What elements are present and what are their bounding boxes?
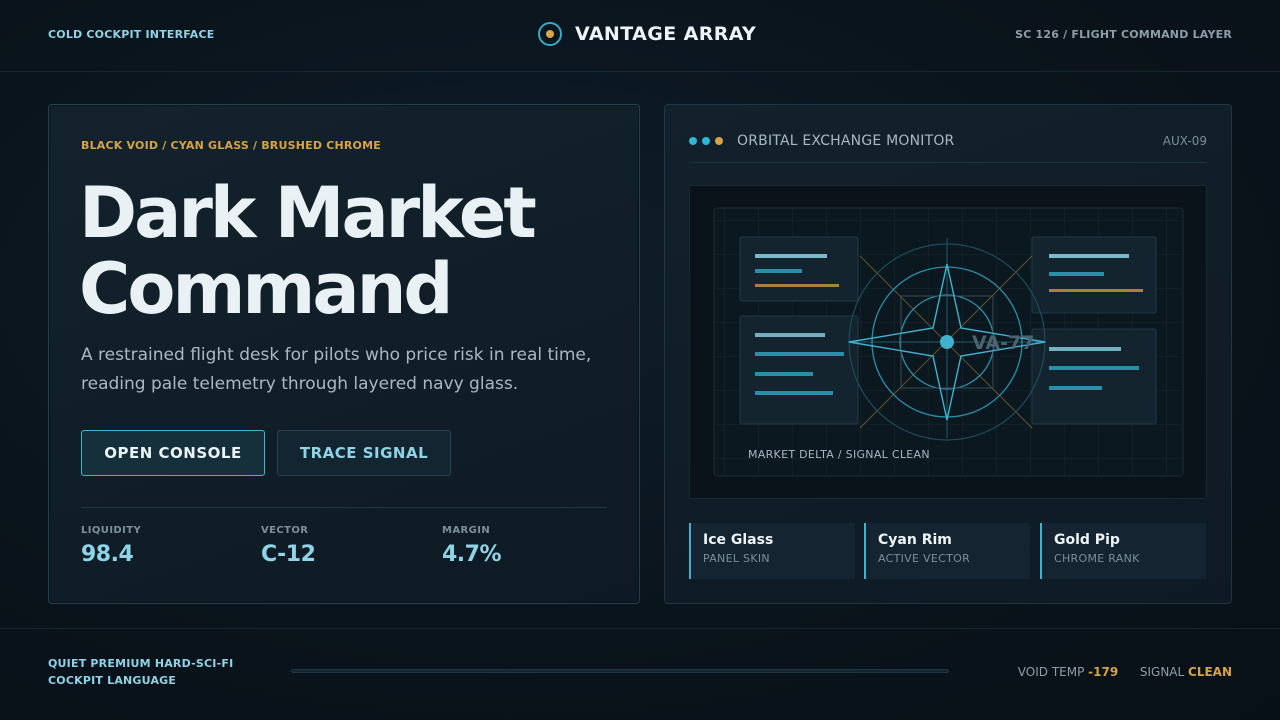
stat-label: VECTOR	[261, 525, 309, 536]
radar-screen[interactable]: VA-77 MARKET DELTA / SIGNAL CLEAN	[689, 185, 1207, 499]
signal-label: SIGNAL	[1139, 665, 1185, 679]
radar-center-dot	[940, 335, 954, 349]
card-title: Ice Glass	[703, 532, 774, 548]
stat-value: 4.7%	[442, 542, 502, 567]
card-subtitle: CHROME RANK	[1054, 552, 1140, 565]
widget-line	[755, 284, 839, 287]
widget-box-bottom-right	[1031, 328, 1157, 425]
widget-box-bottom-left	[739, 315, 859, 425]
hero-title: Dark Market Command	[79, 175, 619, 327]
monitor-panel: ORBITAL EXCHANGE MONITOR AUX-09 VA-77 MA…	[664, 104, 1232, 604]
open-console-button[interactable]: OPEN CONSOLE	[81, 430, 265, 476]
card-title: Cyan Rim	[878, 532, 952, 548]
card-title: Gold Pip	[1054, 532, 1120, 548]
footer-status: VOID TEMP -179 SIGNAL CLEAN	[1018, 665, 1232, 679]
stat-value: C-12	[261, 542, 316, 567]
void-temp-label: VOID TEMP	[1017, 665, 1085, 679]
signal-value: CLEAN	[1188, 665, 1232, 679]
widget-line	[755, 333, 825, 337]
brand-logo-pip	[546, 30, 554, 38]
spec-card-ice-glass[interactable]: Ice Glass PANEL SKIN	[689, 523, 855, 579]
footer-track-bar	[291, 669, 949, 673]
hero-panel: BLACK VOID / CYAN GLASS / BRUSHED CHROME…	[48, 104, 640, 604]
widget-line	[1049, 386, 1102, 390]
stat-vector: VECTOR C-12	[261, 525, 316, 567]
hero-eyebrow: BLACK VOID / CYAN GLASS / BRUSHED CHROME	[81, 139, 381, 152]
status-dot-icon	[702, 137, 710, 145]
footer: QUIET PREMIUM HARD-SCI-FI COCKPIT LANGUA…	[0, 628, 1280, 720]
footer-tagline-line-1: QUIET PREMIUM HARD-SCI-FI	[48, 657, 234, 670]
stat-value: 98.4	[81, 542, 134, 567]
brand-logo-icon	[538, 22, 562, 46]
hero-title-line-2: Command	[79, 248, 454, 330]
layer-label: SC 126 / FLIGHT COMMAND LAYER	[1015, 28, 1232, 41]
brand-title: VANTAGE ARRAY	[575, 23, 757, 45]
widget-line	[755, 352, 844, 356]
widget-line	[1049, 366, 1139, 370]
spec-card-gold-pip[interactable]: Gold Pip CHROME RANK	[1040, 523, 1206, 579]
stat-margin: MARGIN 4.7%	[442, 525, 502, 567]
hero-title-line-1: Dark Market	[79, 172, 537, 254]
void-temp-value: -179	[1088, 665, 1119, 679]
status-dot-icon	[689, 137, 697, 145]
footer-tagline-line-2: COCKPIT LANGUAGE	[48, 674, 177, 687]
monitor-title: ORBITAL EXCHANGE MONITOR	[737, 133, 955, 149]
monitor-code: AUX-09	[1162, 134, 1207, 148]
brand[interactable]: VANTAGE ARRAY	[538, 22, 756, 46]
stats-divider	[81, 507, 607, 508]
trace-signal-button[interactable]: TRACE SIGNAL	[277, 430, 451, 476]
widget-line	[755, 391, 833, 395]
monitor-header: ORBITAL EXCHANGE MONITOR AUX-09	[689, 133, 1207, 163]
card-subtitle: PANEL SKIN	[703, 552, 770, 565]
top-bar: COLD COCKPIT INTERFACE VANTAGE ARRAY SC …	[0, 0, 1280, 72]
hero-description: A restrained flight desk for pilots who …	[81, 345, 592, 394]
stat-liquidity: LIQUIDITY 98.4	[81, 525, 141, 567]
status-dot-icon	[715, 137, 723, 145]
widget-line	[755, 269, 802, 273]
screen-caption: MARKET DELTA / SIGNAL CLEAN	[748, 448, 930, 461]
widget-line	[755, 254, 827, 258]
widget-line	[1049, 289, 1143, 292]
footer-tagline: QUIET PREMIUM HARD-SCI-FI COCKPIT LANGUA…	[48, 655, 248, 689]
stat-label: MARGIN	[442, 525, 491, 536]
widget-line	[1049, 347, 1121, 351]
radar-label: VA-77	[972, 332, 1034, 354]
interface-tagline: COLD COCKPIT INTERFACE	[48, 28, 215, 41]
card-subtitle: ACTIVE VECTOR	[878, 552, 971, 565]
widget-line	[1049, 254, 1129, 258]
spec-card-cyan-rim[interactable]: Cyan Rim ACTIVE VECTOR	[864, 523, 1030, 579]
widget-line	[1049, 272, 1104, 276]
status-dots	[689, 137, 723, 145]
widget-line	[755, 372, 813, 376]
stat-label: LIQUIDITY	[81, 525, 142, 536]
